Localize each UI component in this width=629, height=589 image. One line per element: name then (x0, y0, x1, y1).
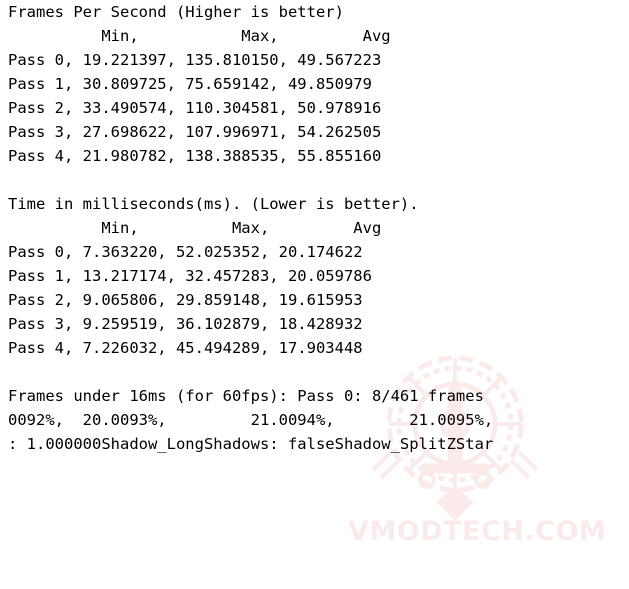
time-column-headers: Min, Max, Avg (8, 219, 382, 237)
fps-row-pass-0: Pass 0, 19.221397, 135.810150, 49.567223 (8, 51, 382, 69)
time-row-pass-4: Pass 4, 7.226032, 45.494289, 17.903448 (8, 339, 363, 357)
time-row-pass-3: Pass 3, 9.259519, 36.102879, 18.428932 (8, 315, 363, 333)
fps-column-headers: Min, Max, Avg (8, 27, 391, 45)
fps-section-title: Frames Per Second (Higher is better) (8, 3, 344, 21)
time-row-pass-2: Pass 2, 9.065806, 29.859148, 19.615953 (8, 291, 363, 309)
watermark-text: VMODTECH.COM (348, 516, 607, 547)
fps-row-pass-1: Pass 1, 30.809725, 75.659142, 49.850979 (8, 75, 372, 93)
frames-under-16ms-line: Frames under 16ms (for 60fps): Pass 0: 8… (8, 387, 484, 405)
time-row-pass-0: Pass 0, 7.363220, 52.025352, 20.174622 (8, 243, 363, 261)
time-section-title: Time in milliseconds(ms). (Lower is bett… (8, 195, 419, 213)
percentages-line: 0092%, 20.0093%, 21.0094%, 21.0095%, (8, 411, 494, 429)
shadow-settings-line: : 1.000000Shadow_LongShadows: falseShado… (8, 435, 494, 453)
fps-row-pass-2: Pass 2, 33.490574, 110.304581, 50.978916 (8, 99, 382, 117)
fps-row-pass-4: Pass 4, 21.980782, 138.388535, 55.855160 (8, 147, 382, 165)
fps-row-pass-3: Pass 3, 27.698622, 107.996971, 54.262505 (8, 123, 382, 141)
time-row-pass-1: Pass 1, 13.217174, 32.457283, 20.059786 (8, 267, 372, 285)
